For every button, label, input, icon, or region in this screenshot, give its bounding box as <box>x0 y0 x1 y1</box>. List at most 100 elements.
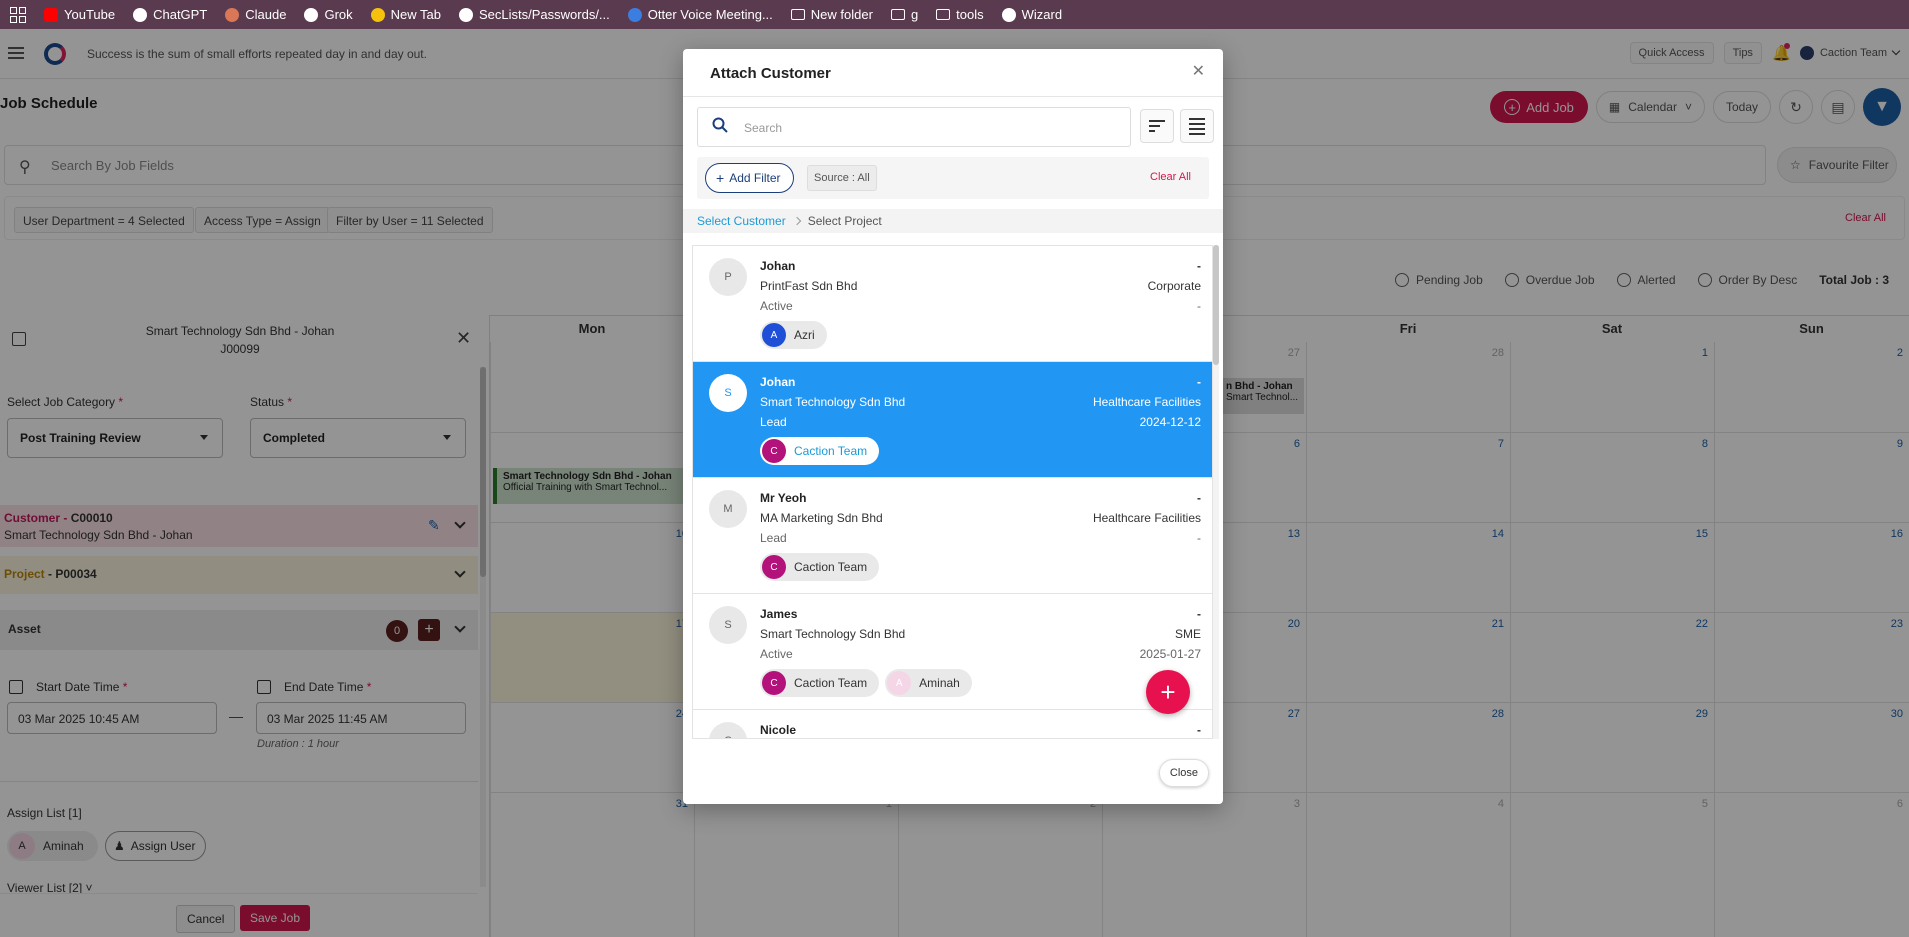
assignee-tags: C Caction Team <box>760 553 880 581</box>
bookmark-item[interactable]: Otter Voice Meeting... <box>627 7 773 22</box>
otter-icon <box>627 7 642 22</box>
customer-industry: Healthcare Facilities <box>1092 511 1201 525</box>
customer-industry: SME <box>1174 627 1201 641</box>
customer-name: Johan <box>760 375 796 389</box>
search-placeholder: Search <box>744 121 783 135</box>
folder-icon <box>790 9 805 20</box>
customer-search-input[interactable]: Search <box>697 107 1131 147</box>
bookmark-label: New folder <box>810 7 873 22</box>
customer-field-1: - <box>1197 723 1201 737</box>
bookmark-item[interactable]: SecLists/Passwords/... <box>459 7 610 22</box>
close-button[interactable]: Close <box>1158 759 1209 787</box>
assignee-tag: A Azri <box>760 321 827 349</box>
sort-icon[interactable] <box>1140 109 1174 143</box>
assignee-name: Caction Team <box>794 444 868 458</box>
breadcrumb-select-customer[interactable]: Select Customer <box>697 214 786 228</box>
customer-date: 2025-01-27 <box>1139 647 1201 661</box>
company-name: Smart Technology Sdn Bhd <box>760 627 906 641</box>
avatar: A <box>887 671 912 695</box>
company-name: Smart Technology Sdn Bhd <box>760 395 906 409</box>
avatar: C <box>762 555 786 579</box>
assignee-name: Azri <box>794 328 815 342</box>
customer-name: Mr Yeoh <box>760 491 807 505</box>
avatar: C <box>709 722 747 738</box>
avatar: M <box>709 490 747 528</box>
list-view-icon[interactable] <box>1180 109 1214 143</box>
bookmark-label: SecLists/Passwords/... <box>479 7 610 22</box>
avatar: A <box>762 323 786 347</box>
assignee-tags: C Caction Team <box>760 437 880 465</box>
assignee-tag: C Caction Team <box>760 669 880 697</box>
bookmark-label: Otter Voice Meeting... <box>647 7 773 22</box>
apps-grid-icon[interactable] <box>10 6 26 23</box>
chatgpt-icon <box>133 7 148 22</box>
customer-field-1: - <box>1197 491 1201 505</box>
customer-industry: Corporate <box>1147 279 1201 293</box>
youtube-icon <box>44 7 58 22</box>
bookmark-item[interactable]: Grok <box>304 7 353 22</box>
company-name: PrintFast Sdn Bhd <box>760 279 858 293</box>
chevron-right-icon <box>792 216 801 226</box>
customer-row[interactable]: C Nicole - <box>693 710 1212 738</box>
grok-icon <box>304 7 319 22</box>
source-filter-chip[interactable]: Source : All <box>807 165 877 191</box>
assignee-name: Aminah <box>919 676 960 690</box>
bookmark-item[interactable]: ChatGPT <box>133 7 207 22</box>
customer-row[interactable]: M Mr Yeoh MA Marketing Sdn Bhd Lead - Healthc… <box>693 478 1212 594</box>
customer-industry: Healthcare Facilities <box>1092 395 1201 409</box>
assignee-tag: C Caction Team <box>760 437 880 465</box>
claude-icon <box>225 7 240 22</box>
bookmark-label: ChatGPT <box>153 7 208 22</box>
github-icon <box>459 7 473 22</box>
customer-name: James <box>760 607 798 621</box>
bookmarks-bar: YouTube ChatGPT Claude Grok New Tab SecLists/… <box>0 0 1909 29</box>
attach-customer-modal: Attach Customer ✕ Search + Add Filter Sou… <box>683 49 1223 804</box>
customer-row[interactable]: S James Smart Technology Sdn Bhd Active - SME… <box>693 594 1212 710</box>
bookmark-label: New Tab <box>390 7 441 22</box>
bookmark-item[interactable]: Wizard <box>1001 7 1062 22</box>
assignee-name: Caction Team <box>794 676 868 690</box>
bookmark-label: tools <box>956 7 984 22</box>
newtab-icon <box>370 7 385 22</box>
customer-row[interactable]: P Johan PrintFast Sdn Bhd Active - Corporate -… <box>693 246 1212 362</box>
customer-status: Active <box>760 299 793 313</box>
customer-name: Nicole <box>760 723 797 737</box>
bookmark-item[interactable]: tools <box>936 7 984 22</box>
customer-status: Active <box>760 647 793 661</box>
add-filter-button[interactable]: + Add Filter <box>705 163 794 193</box>
bookmark-item[interactable]: g <box>890 7 918 22</box>
bookmark-item[interactable]: Claude <box>225 7 286 22</box>
bookmark-item[interactable]: YouTube <box>44 7 115 22</box>
breadcrumb-select-project: Select Project <box>807 214 882 228</box>
plus-icon: + <box>716 170 725 186</box>
customer-name: Johan <box>760 259 796 273</box>
folder-icon <box>890 9 905 20</box>
assignee-name: Caction Team <box>794 560 868 574</box>
company-name: MA Marketing Sdn Bhd <box>760 511 883 525</box>
customer-status: Lead <box>760 415 787 429</box>
folder-icon <box>936 9 951 20</box>
customer-field-1: - <box>1197 259 1201 273</box>
list-scrollbar[interactable] <box>1213 245 1219 739</box>
assignee-tags: C Caction Team A Aminah <box>760 669 972 697</box>
bookmark-label: YouTube <box>64 7 116 22</box>
assignee-tags: A Azri <box>760 321 827 349</box>
avatar: P <box>709 258 747 296</box>
customer-row[interactable]: S Johan Smart Technology Sdn Bhd Lead - Healt… <box>693 362 1212 478</box>
search-icon <box>712 117 728 133</box>
chrome-icon <box>1001 7 1016 22</box>
customer-date: 2024-12-12 <box>1139 415 1201 429</box>
avatar: C <box>762 439 786 463</box>
add-customer-fab[interactable]: + <box>1146 670 1190 714</box>
bookmark-label: Grok <box>324 7 353 22</box>
bookmark-item[interactable]: New Tab <box>370 7 441 22</box>
avatar: S <box>709 374 747 412</box>
clear-all-link[interactable]: Clear All <box>1150 171 1191 183</box>
customer-list: P Johan PrintFast Sdn Bhd Active - Corporate -… <box>692 245 1213 739</box>
customer-date: - <box>1197 299 1201 313</box>
customer-date: - <box>1197 531 1201 545</box>
close-icon[interactable]: ✕ <box>1192 61 1205 81</box>
customer-field-1: - <box>1197 375 1201 389</box>
bookmark-item[interactable]: New folder <box>790 7 873 22</box>
breadcrumb: Select Customer Select Project <box>683 209 1223 233</box>
